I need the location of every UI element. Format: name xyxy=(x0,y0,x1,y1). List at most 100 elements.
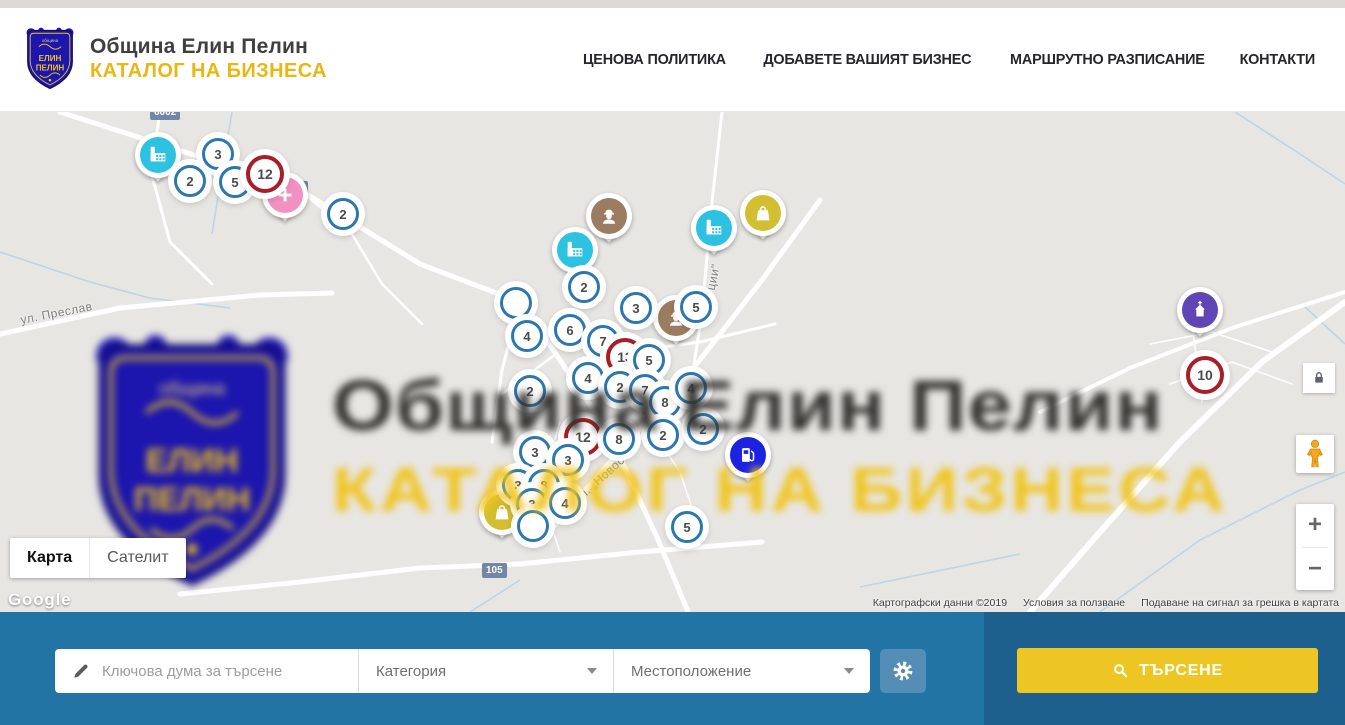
location-select-label: Местоположение xyxy=(631,663,751,680)
road-shield-label: 105 xyxy=(482,563,507,578)
cluster-count: 2 xyxy=(526,384,533,399)
chevron-down-icon xyxy=(844,668,854,674)
cluster-count: 2 xyxy=(699,422,706,437)
cluster-marker[interactable]: 6 xyxy=(554,314,586,346)
factory-icon xyxy=(557,232,593,268)
bag-pin[interactable] xyxy=(740,190,786,250)
attribution-text: Картографски данни ©2019 xyxy=(873,597,1007,609)
zoom-out-button[interactable]: − xyxy=(1296,548,1334,591)
lock-icon xyxy=(1312,371,1326,385)
cluster-marker[interactable]: 2 xyxy=(647,419,679,451)
cluster-marker[interactable] xyxy=(500,287,532,319)
category-select[interactable]: Категория xyxy=(359,649,613,693)
cluster-marker[interactable]: 8 xyxy=(603,423,635,455)
nav-item-1[interactable]: ДОБАВЕТЕ ВАШИЯТ БИЗНЕС xyxy=(763,51,971,68)
cluster-marker[interactable]: 10 xyxy=(1186,356,1224,394)
cluster-count: 10 xyxy=(1197,367,1213,383)
nav-item-0[interactable]: ЦЕНОВА ПОЛИТИКА xyxy=(583,51,726,68)
cluster-marker[interactable]: 5 xyxy=(633,344,665,376)
cluster-marker[interactable]: 5 xyxy=(680,291,712,323)
cluster-count: 2 xyxy=(659,428,666,443)
cluster-marker[interactable]: 2 xyxy=(327,198,359,230)
map-type-control: Карта Сателит xyxy=(10,538,186,578)
site-logo[interactable]: Община Елин Пелин КАТАЛОГ НА БИЗНЕСА xyxy=(22,26,327,93)
pencil-icon xyxy=(72,662,90,680)
cluster-count: 4 xyxy=(561,496,568,511)
cluster-count: 8 xyxy=(661,395,668,410)
cluster-marker[interactable]: 4 xyxy=(572,362,604,394)
cluster-marker[interactable]: 2 xyxy=(687,413,719,445)
pegman-icon xyxy=(1302,439,1328,469)
cluster-count: 5 xyxy=(645,353,652,368)
cluster-count: 7 xyxy=(599,334,606,349)
map-attribution: Картографски данни ©2019 Условия за ползв… xyxy=(873,597,1339,609)
zoom-in-button[interactable]: + xyxy=(1296,504,1334,547)
map-canvas[interactable]: Община Елин Пелин КАТАЛОГ НА БИЗНЕСА Кар… xyxy=(0,112,1345,612)
cluster-marker[interactable]: 3 xyxy=(620,292,652,324)
zoom-control: + − xyxy=(1296,504,1334,590)
site-title: Община Елин Пелин xyxy=(90,35,327,60)
search-button-label: ТЪРСЕНЕ xyxy=(1139,662,1223,680)
satellite-view-button[interactable]: Сателит xyxy=(89,538,185,578)
keyword-field[interactable] xyxy=(55,649,358,693)
cluster-marker[interactable]: 3 xyxy=(519,436,551,468)
search-bar: Категория Местоположение ТЪРСЕНЕ xyxy=(0,612,1345,725)
municipality-crest-icon xyxy=(22,26,78,93)
attribution-link[interactable]: Условия за ползване xyxy=(1023,597,1125,609)
cluster-marker[interactable]: 5 xyxy=(671,511,703,543)
cluster-count: 3 xyxy=(514,478,521,493)
search-icon xyxy=(1112,662,1129,679)
cluster-count: 4 xyxy=(523,329,530,344)
church-icon xyxy=(1182,292,1218,328)
cluster-count: 2 xyxy=(616,380,623,395)
cluster-count: 4 xyxy=(584,371,591,386)
cluster-marker[interactable]: 4 xyxy=(549,487,581,519)
cluster-count: 3 xyxy=(214,147,221,162)
road-shield-label: 6002 xyxy=(150,112,180,120)
cluster-count: 2 xyxy=(186,174,193,189)
cluster-count: 7 xyxy=(641,383,648,398)
map-view-button[interactable]: Карта xyxy=(10,538,89,578)
cluster-marker[interactable] xyxy=(517,510,549,542)
cluster-count: 6 xyxy=(566,323,573,338)
cluster-count: 2 xyxy=(580,280,587,295)
cluster-count: 12 xyxy=(575,429,591,445)
cluster-count: 12 xyxy=(257,166,273,182)
cluster-count: 5 xyxy=(231,175,238,190)
cluster-marker[interactable]: 4 xyxy=(511,320,543,352)
google-logo[interactable]: Google xyxy=(8,590,71,610)
fuel-icon xyxy=(730,437,766,473)
cluster-marker[interactable]: 2 xyxy=(568,271,600,303)
factory-icon xyxy=(696,210,732,246)
church-pin[interactable] xyxy=(1177,287,1223,347)
location-select[interactable]: Местоположение xyxy=(614,649,870,693)
search-fields-group: Категория Местоположение xyxy=(55,649,870,693)
site-header: Община Елин Пелин КАТАЛОГ НА БИЗНЕСА ЦЕН… xyxy=(0,8,1345,112)
cluster-marker[interactable]: 4 xyxy=(675,372,707,404)
cluster-marker[interactable]: 2 xyxy=(174,165,206,197)
keyword-input[interactable] xyxy=(102,663,342,680)
pegman-control[interactable] xyxy=(1296,435,1334,473)
cluster-marker[interactable]: 3 xyxy=(202,138,234,170)
cluster-count: 3 xyxy=(632,301,639,316)
cluster-count: 2 xyxy=(339,207,346,222)
nav-item-2[interactable]: МАРШРУТНО РАЗПИСАНИЕ xyxy=(1010,51,1205,68)
cluster-marker[interactable]: 2 xyxy=(514,375,546,407)
factory-pin[interactable] xyxy=(691,205,737,265)
chevron-down-icon xyxy=(587,668,597,674)
cluster-count: 4 xyxy=(687,381,694,396)
cluster-count: 8 xyxy=(615,432,622,447)
cluster-count: 3 xyxy=(564,453,571,468)
advanced-settings-button[interactable] xyxy=(880,649,926,693)
site-subtitle: КАТАЛОГ НА БИЗНЕСА xyxy=(90,60,327,84)
fuel-pin[interactable] xyxy=(725,432,771,492)
cluster-count: 3 xyxy=(531,445,538,460)
cluster-marker[interactable]: 12 xyxy=(246,155,284,193)
factory-icon xyxy=(140,137,176,173)
page-top-strip xyxy=(0,0,1345,8)
attribution-link[interactable]: Подаване на сигнал за грешка в картата xyxy=(1141,597,1339,609)
nav-item-3[interactable]: КОНТАКТИ xyxy=(1240,51,1315,68)
cluster-marker[interactable]: 3 xyxy=(552,444,584,476)
lock-button[interactable] xyxy=(1303,363,1335,393)
search-button[interactable]: ТЪРСЕНЕ xyxy=(1017,648,1318,693)
